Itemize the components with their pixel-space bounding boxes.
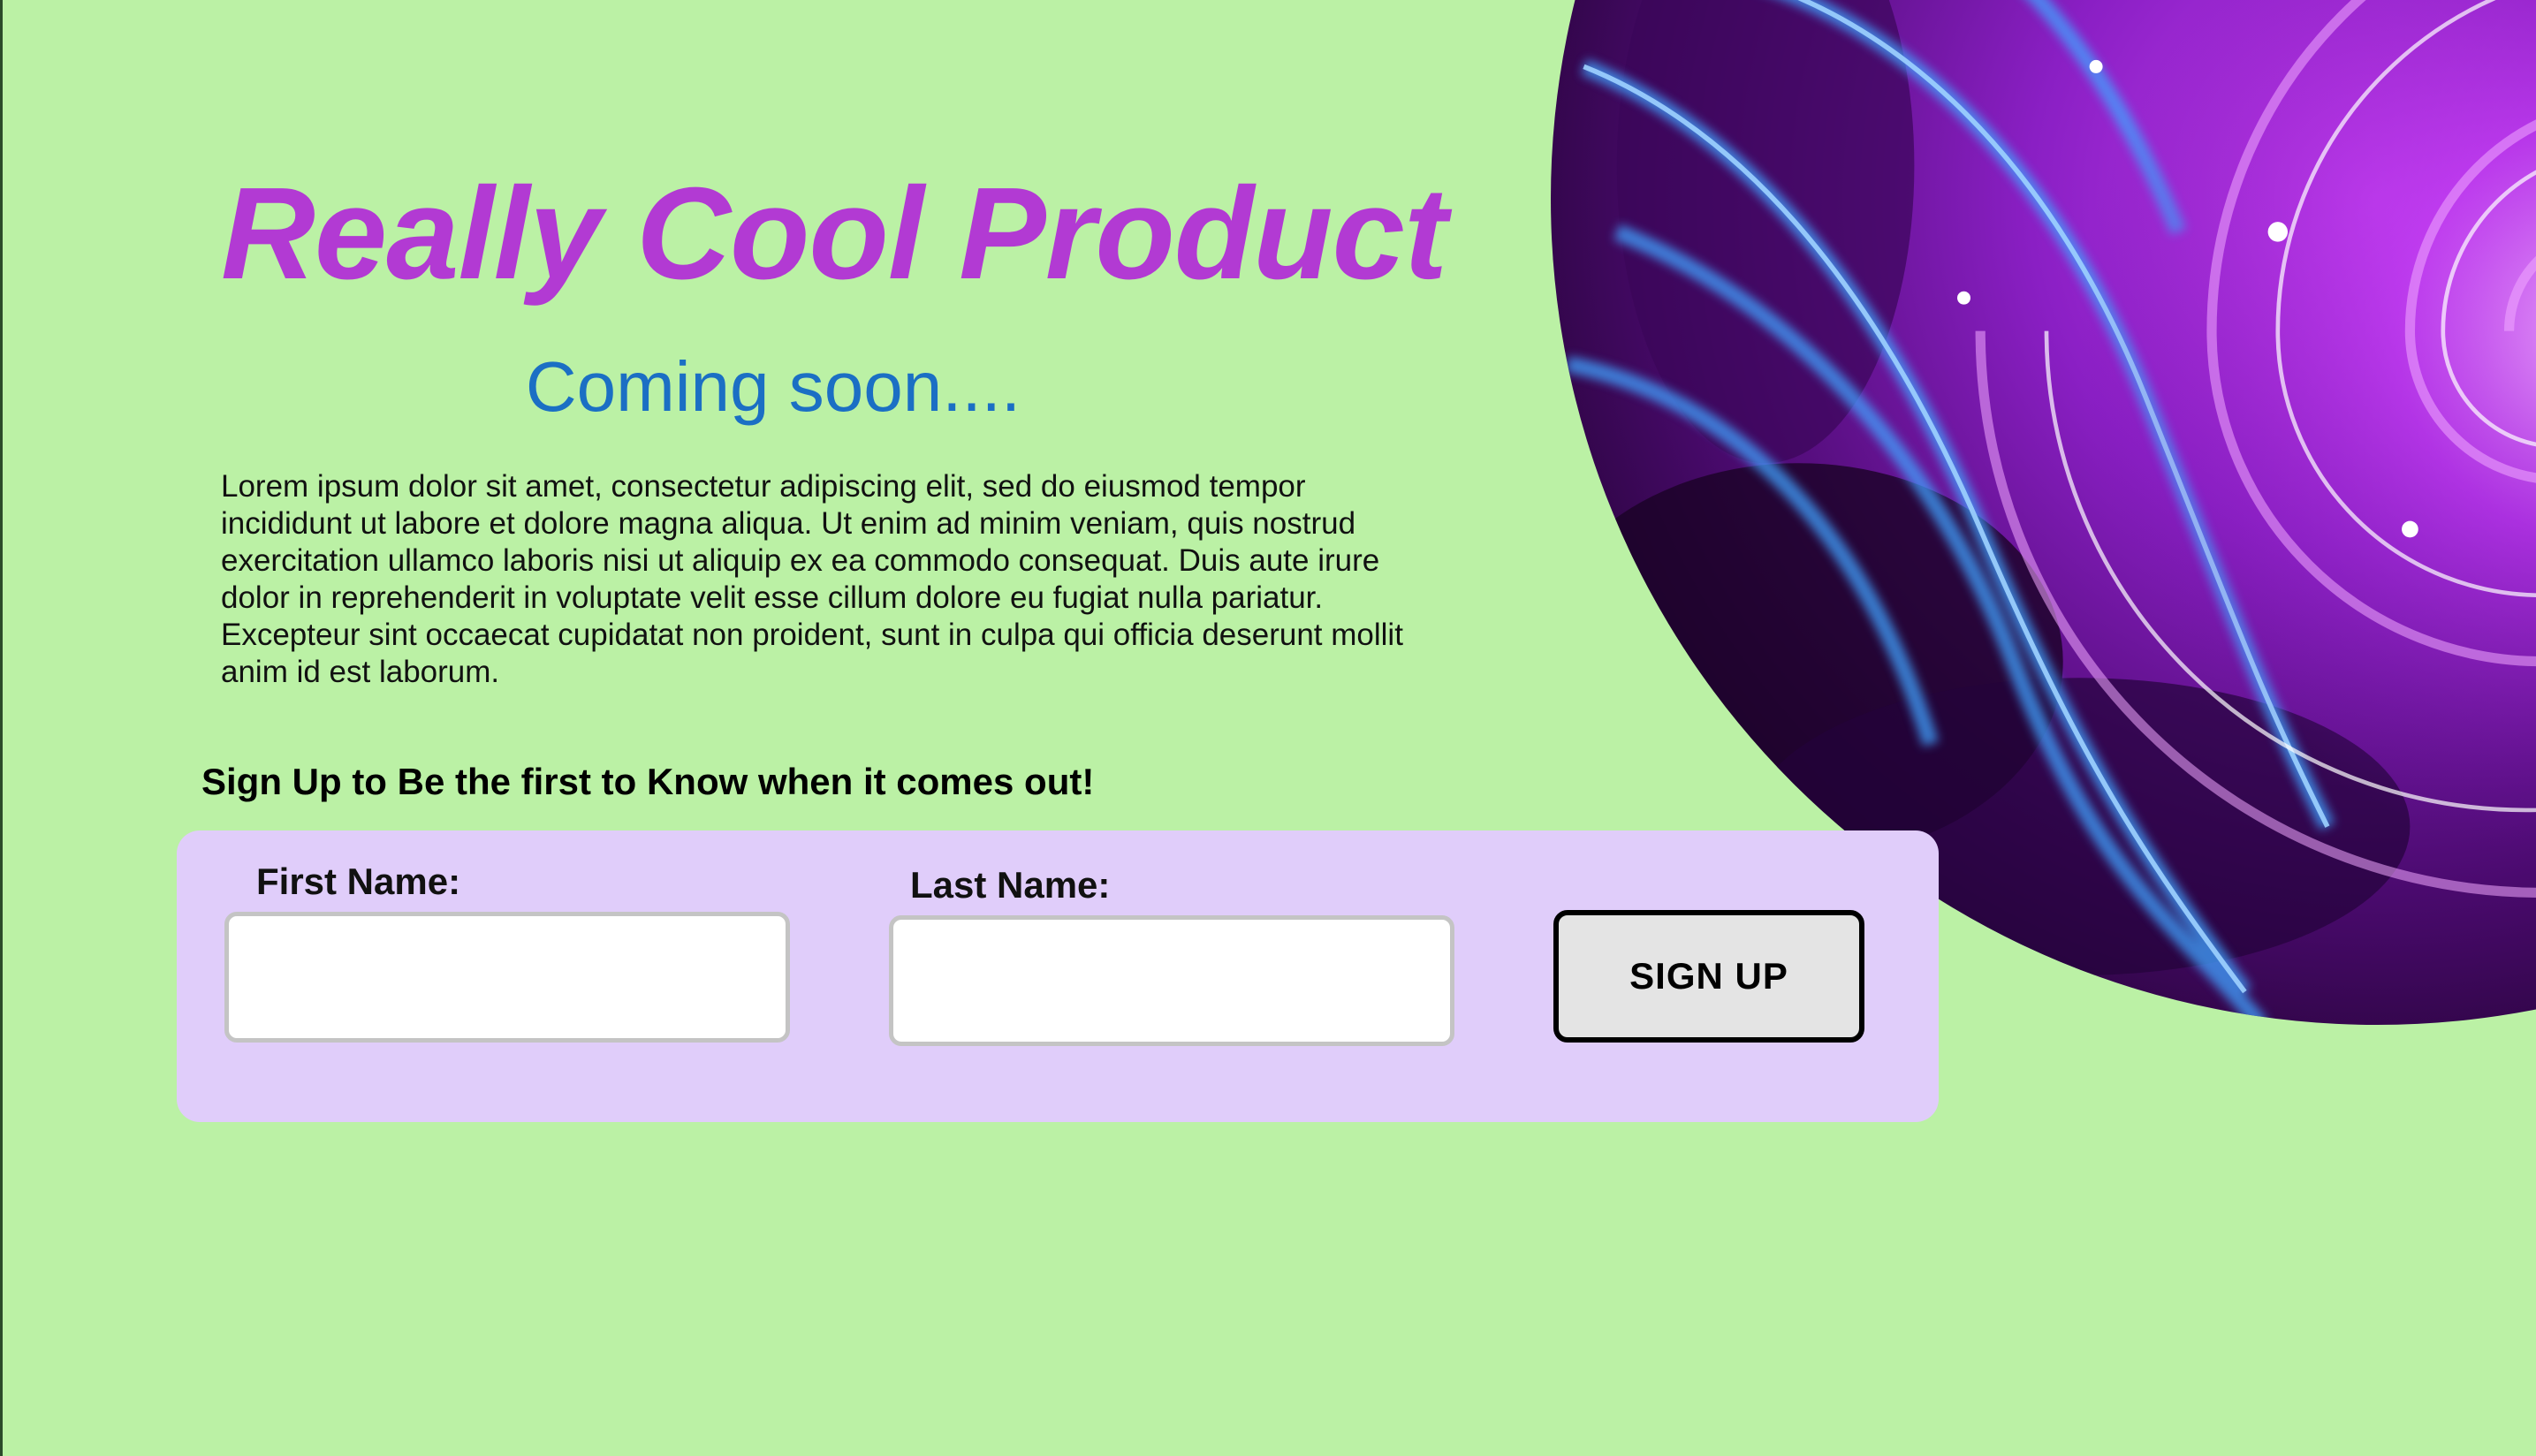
window-edge: [0, 0, 3, 1456]
sign-up-button[interactable]: SIGN UP: [1553, 910, 1864, 1043]
last-name-label: Last Name:: [910, 864, 1111, 906]
page-title: Really Cool Product: [221, 161, 1447, 307]
coming-soon-subtitle: Coming soon....: [525, 347, 1021, 426]
signup-heading: Sign Up to Be the first to Know when it …: [201, 761, 1095, 802]
landing-page: Really Cool Product Coming soon.... Lore…: [0, 0, 2536, 1456]
first-name-input[interactable]: [224, 912, 790, 1043]
signup-form: First Name: Last Name: SIGN UP: [177, 830, 1939, 1122]
last-name-input[interactable]: [889, 915, 1454, 1046]
first-name-label: First Name:: [256, 861, 461, 902]
product-description: Lorem ipsum dolor sit amet, consectetur …: [221, 469, 1403, 689]
